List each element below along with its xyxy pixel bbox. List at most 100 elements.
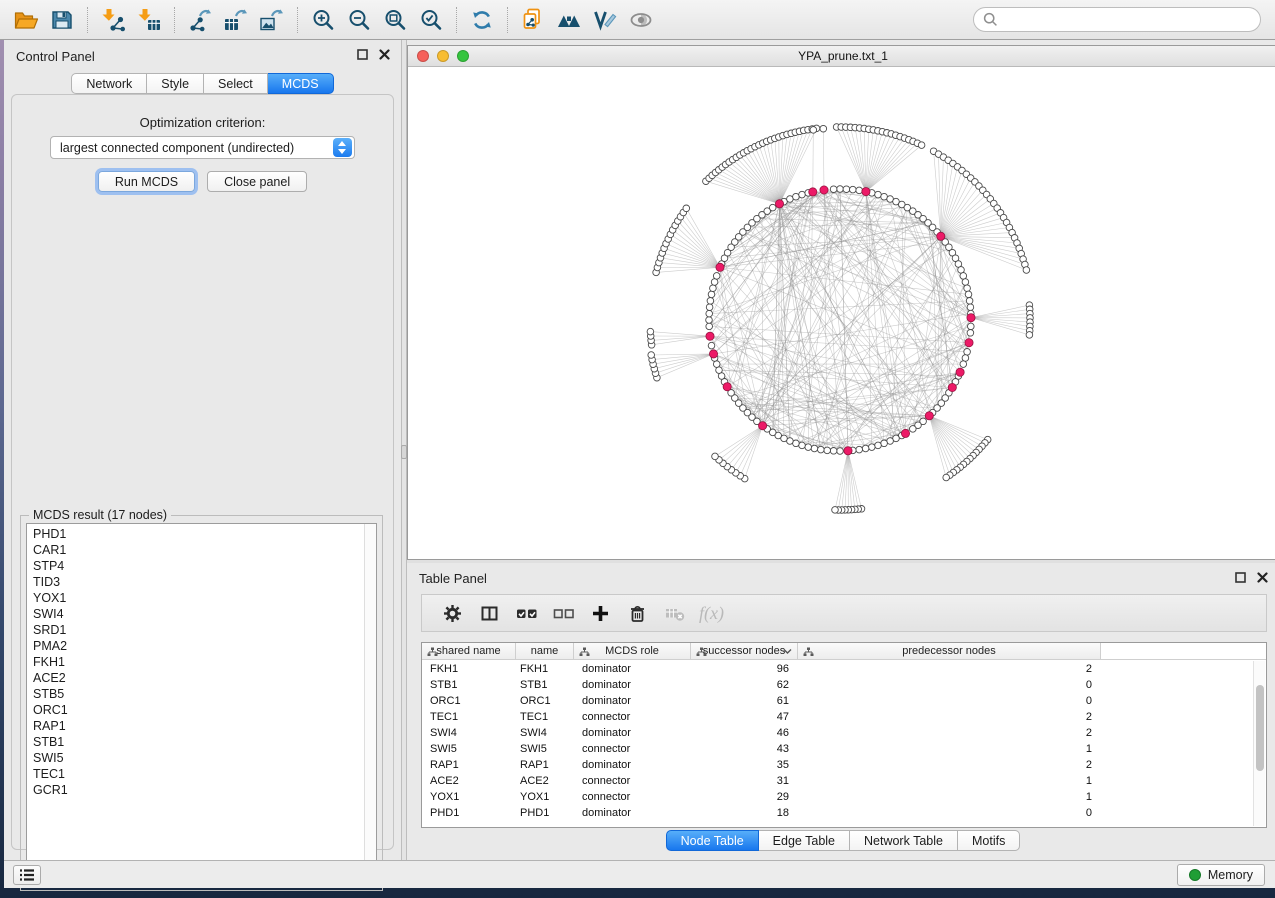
mcds-result-item[interactable]: SRD1 [27, 622, 364, 638]
mcds-result-item[interactable]: SWI5 [27, 750, 364, 766]
float-table-panel-icon[interactable] [1234, 571, 1247, 584]
mcds-result-item[interactable]: PMA2 [27, 638, 364, 654]
select-all-icon[interactable] [508, 598, 545, 628]
run-mcds-button[interactable]: Run MCDS [98, 171, 195, 192]
settings-icon[interactable] [434, 598, 471, 628]
table-tab-node-table[interactable]: Node Table [666, 830, 759, 851]
task-history-button[interactable] [13, 865, 41, 885]
network-window-titlebar[interactable]: YPA_prune.txt_1 [408, 46, 1275, 67]
zoom-out-icon[interactable] [341, 4, 377, 36]
tab-network[interactable]: Network [71, 73, 147, 94]
memory-status-icon [1189, 869, 1201, 881]
cell-name: FKH1 [516, 663, 574, 675]
mcds-result-item[interactable]: CAR1 [27, 542, 364, 558]
column-header-successor-nodes[interactable]: successor nodes [691, 643, 798, 659]
mcds-result-item[interactable]: TID3 [27, 574, 364, 590]
add-column-icon[interactable] [582, 598, 619, 628]
cell-predecessor-nodes: 0 [798, 807, 1101, 819]
close-table-panel-icon[interactable] [1256, 571, 1269, 584]
open-session-icon[interactable] [8, 4, 44, 36]
tab-mcds[interactable]: MCDS [268, 73, 334, 94]
export-network-icon[interactable] [182, 4, 218, 36]
export-image-icon[interactable] [254, 4, 290, 36]
unselect-all-icon[interactable] [545, 598, 582, 628]
zoom-fit-icon[interactable] [377, 4, 413, 36]
zoom-in-icon[interactable] [305, 4, 341, 36]
toolbar-separator [297, 7, 298, 33]
table-tabs: Node TableEdge TableNetwork TableMotifs [407, 830, 1275, 851]
cell-predecessor-nodes: 1 [798, 791, 1101, 803]
cell-name: RAP1 [516, 759, 574, 771]
network-canvas[interactable] [408, 67, 1275, 559]
table-row[interactable]: SWI5SWI5connector431 [422, 741, 1253, 757]
cell-MCDS-role: connector [574, 743, 691, 755]
delete-column-icon[interactable] [619, 598, 656, 628]
table-tab-network-table[interactable]: Network Table [850, 830, 958, 851]
optimization-criterion-select[interactable]: largest connected component (undirected) [50, 136, 355, 159]
apply-layout-icon[interactable] [464, 4, 500, 36]
table-row[interactable]: ORC1ORC1dominator610 [422, 693, 1253, 709]
table-toolbar: f(x) [421, 594, 1267, 632]
mcds-result-item[interactable]: YOX1 [27, 590, 364, 606]
mcds-result-item[interactable]: RAP1 [27, 718, 364, 734]
tab-select[interactable]: Select [204, 73, 268, 94]
mcds-result-item[interactable]: STP4 [27, 558, 364, 574]
export-table-icon[interactable] [218, 4, 254, 36]
cell-successor-nodes: 61 [691, 695, 798, 707]
cell-shared-name: STB1 [422, 679, 516, 691]
cell-shared-name: YOX1 [422, 791, 516, 803]
table-scrollbar-thumb[interactable] [1256, 685, 1264, 771]
table-row[interactable]: FKH1FKH1dominator962 [422, 661, 1253, 677]
import-network-icon[interactable] [95, 4, 131, 36]
table-tab-motifs[interactable]: Motifs [958, 830, 1020, 851]
cell-predecessor-nodes: 0 [798, 695, 1101, 707]
first-neighbors-icon[interactable] [551, 4, 587, 36]
tab-style[interactable]: Style [147, 73, 204, 94]
mcds-result-item[interactable]: SWI4 [27, 606, 364, 622]
mcds-result-item[interactable]: PHD1 [27, 526, 364, 542]
cell-predecessor-nodes: 2 [798, 711, 1101, 723]
graphics-details-icon[interactable] [623, 4, 659, 36]
mcds-result-item[interactable]: STB1 [27, 734, 364, 750]
import-table-icon[interactable] [131, 4, 167, 36]
save-session-icon[interactable] [44, 4, 80, 36]
table-row[interactable]: TEC1TEC1connector472 [422, 709, 1253, 725]
table-row[interactable]: ACE2ACE2connector311 [422, 773, 1253, 789]
table-body: FKH1FKH1dominator962STB1STB1dominator620… [422, 661, 1253, 827]
network-from-selection-icon[interactable] [515, 4, 551, 36]
mcds-result-item[interactable]: ACE2 [27, 670, 364, 686]
mcds-list-scrollbar[interactable] [364, 524, 376, 884]
search-input[interactable] [1004, 13, 1251, 27]
column-visibility-icon[interactable] [471, 598, 508, 628]
table-tab-edge-table[interactable]: Edge Table [759, 830, 850, 851]
column-header-shared-name[interactable]: shared name [422, 643, 516, 659]
select-stepper-icon [333, 138, 352, 157]
cell-name: ORC1 [516, 695, 574, 707]
table-row[interactable]: STB1STB1dominator620 [422, 677, 1253, 693]
network-graph[interactable] [408, 67, 1275, 559]
cell-shared-name: SWI5 [422, 743, 516, 755]
search-box[interactable] [973, 7, 1261, 32]
float-panel-icon[interactable] [356, 48, 369, 61]
memory-button[interactable]: Memory [1177, 864, 1265, 886]
table-row[interactable]: PHD1PHD1dominator180 [422, 805, 1253, 821]
mcds-result-item[interactable]: GCR1 [27, 782, 364, 798]
mcds-result-item[interactable]: STB5 [27, 686, 364, 702]
column-header-name[interactable]: name [516, 643, 574, 659]
vizmapper-icon[interactable] [587, 4, 623, 36]
table-scrollbar[interactable] [1253, 661, 1265, 826]
cell-predecessor-nodes: 1 [798, 743, 1101, 755]
zoom-selected-icon[interactable] [413, 4, 449, 36]
close-panel-icon[interactable] [378, 48, 391, 61]
mcds-result-item[interactable]: ORC1 [27, 702, 364, 718]
close-panel-button[interactable]: Close panel [207, 171, 307, 192]
main-toolbar [0, 0, 1275, 40]
table-row[interactable]: YOX1YOX1connector291 [422, 789, 1253, 805]
column-header-MCDS-role[interactable]: MCDS role [574, 643, 691, 659]
table-row[interactable]: SWI4SWI4dominator462 [422, 725, 1253, 741]
mcds-result-item[interactable]: TEC1 [27, 766, 364, 782]
column-header-predecessor-nodes[interactable]: predecessor nodes [798, 643, 1101, 659]
toolbar-separator [456, 7, 457, 33]
mcds-result-item[interactable]: FKH1 [27, 654, 364, 670]
table-row[interactable]: RAP1RAP1dominator352 [422, 757, 1253, 773]
